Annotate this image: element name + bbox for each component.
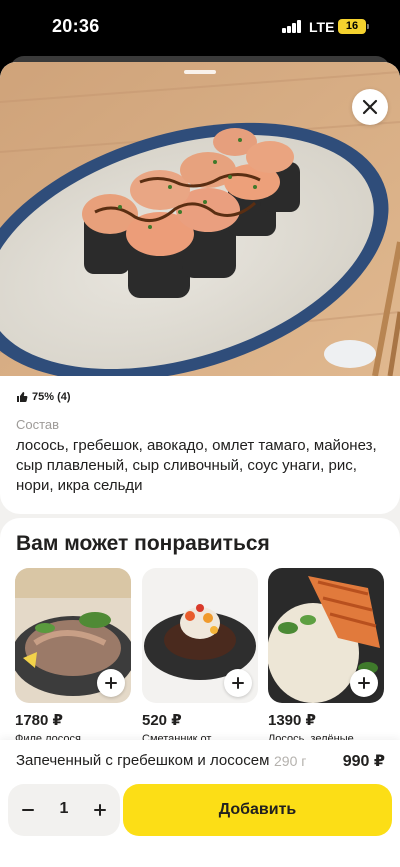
close-button[interactable] <box>352 89 388 125</box>
recommendation-image[interactable] <box>142 568 258 703</box>
recommendations-section: Вам может понравиться 1780 ₽ Филе лосося… <box>0 518 400 758</box>
product-info: 75% (4) Состав лосось, гребешок, авокадо… <box>0 376 400 514</box>
product-name: Запеченный с гребешком и лососем <box>16 752 270 769</box>
recommendation-card[interactable]: 1390 ₽ Лосось, зелёные <box>268 568 384 742</box>
plus-icon <box>94 804 106 816</box>
signal-icon <box>282 20 302 33</box>
composition-label: Состав <box>16 417 60 432</box>
product-weight: 290 г <box>274 753 307 769</box>
rating: 75% (4) <box>16 391 71 403</box>
quantity-value: 1 <box>59 800 69 817</box>
network-label: LTE <box>309 19 335 35</box>
product-photo <box>0 62 400 376</box>
add-item-button[interactable] <box>97 669 125 697</box>
close-icon <box>362 99 378 115</box>
bottom-bar: Запеченный с гребешком и лососем 290 г 9… <box>0 740 400 867</box>
plus-icon <box>358 677 370 689</box>
recommendation-image[interactable] <box>268 568 384 703</box>
thumbs-up-icon <box>17 392 28 402</box>
recommendation-price: 1390 ₽ <box>268 712 316 729</box>
plus-icon <box>232 677 244 689</box>
sheet-grabber[interactable] <box>184 70 216 74</box>
add-to-cart-button[interactable]: Добавить <box>123 784 392 836</box>
quantity-stepper: 1 <box>8 784 120 836</box>
increase-button[interactable] <box>82 784 118 836</box>
recommendation-image[interactable] <box>15 568 131 703</box>
plus-icon <box>105 677 117 689</box>
recommendation-price: 1780 ₽ <box>15 712 63 729</box>
battery-icon: 16 <box>338 19 369 34</box>
status-bar: 20:36 LTE 16 <box>0 0 400 56</box>
recommendations-title: Вам может понравиться <box>16 532 270 555</box>
recommendation-price: 520 ₽ <box>142 712 182 729</box>
recommendation-card[interactable]: 520 ₽ Сметанник от <box>142 568 258 742</box>
rating-value: 75% (4) <box>32 391 71 403</box>
add-item-button[interactable] <box>224 669 252 697</box>
minus-icon <box>22 809 34 811</box>
recommendation-card[interactable]: 1780 ₽ Филе лосося <box>15 568 131 742</box>
product-price: 990 ₽ <box>342 753 385 770</box>
status-time: 20:36 <box>52 16 100 36</box>
composition-text: лосось, гребешок, авокадо, омлет тамаго,… <box>16 437 377 494</box>
decrease-button[interactable] <box>10 784 46 836</box>
add-item-button[interactable] <box>350 669 378 697</box>
product-card: 75% (4) Состав лосось, гребешок, авокадо… <box>0 62 400 867</box>
